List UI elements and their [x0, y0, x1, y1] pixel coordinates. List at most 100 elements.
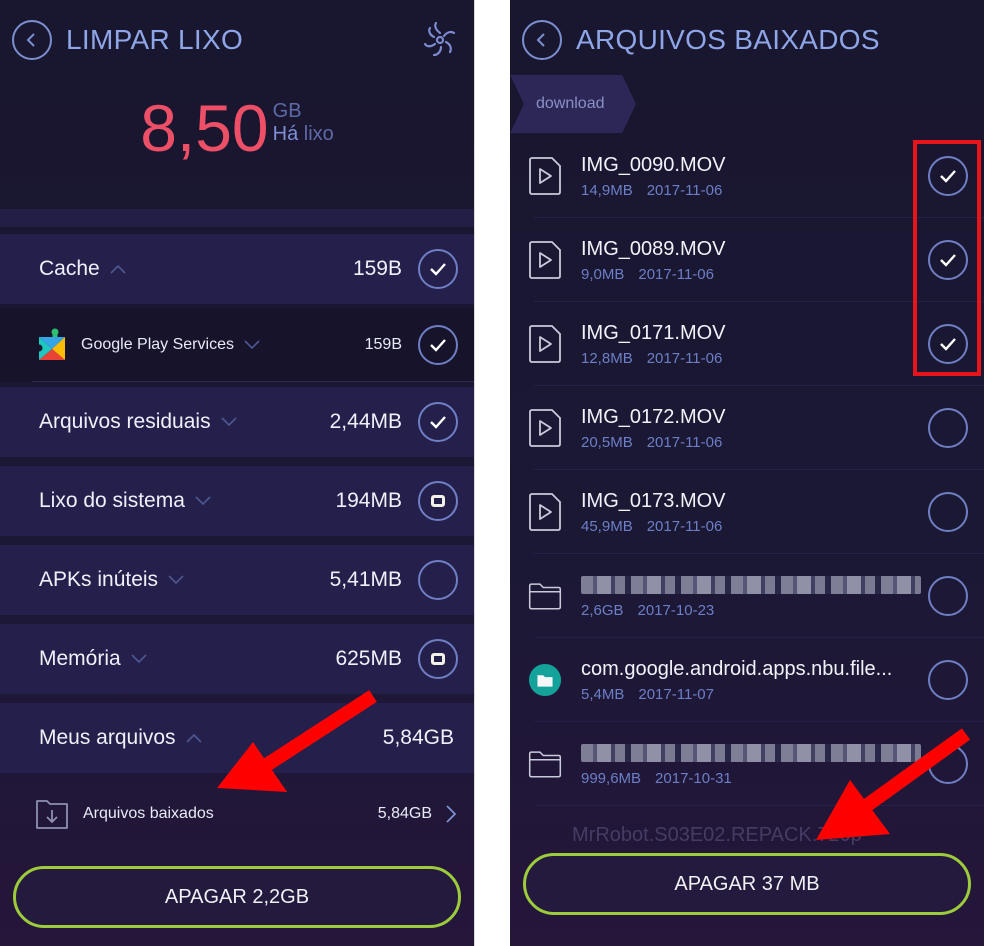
- checkbox-unchecked[interactable]: [418, 560, 458, 600]
- file-name-redacted: [581, 575, 921, 594]
- video-file-icon: [528, 492, 562, 532]
- category-label: Meus arquivos: [39, 726, 176, 749]
- file-list-item[interactable]: 999,6MB 2017-10-31: [510, 722, 984, 806]
- file-name: IMG_0172.MOV: [581, 405, 726, 428]
- folder-icon: [528, 744, 562, 784]
- chevron-down-icon[interactable]: [168, 575, 184, 585]
- app-size: 159B: [364, 336, 402, 353]
- video-file-icon: [528, 240, 562, 280]
- chevron-down-icon[interactable]: [244, 340, 260, 350]
- file-name-redacted: [581, 743, 921, 762]
- checkmark-icon: [940, 254, 956, 267]
- checkbox-unchecked[interactable]: [928, 660, 968, 700]
- category-label: Memória: [39, 647, 121, 670]
- cache-item-google-play-services[interactable]: Google Play Services 159B: [0, 308, 474, 382]
- file-size: 2,6GB: [581, 601, 624, 619]
- file-list-item[interactable]: IMG_0089.MOV 9,0MB 2017-11-06: [510, 218, 984, 302]
- chevron-up-icon[interactable]: [185, 733, 202, 743]
- file-name: IMG_0171.MOV: [581, 321, 726, 344]
- category-system-junk[interactable]: Lixo do sistema 194MB: [0, 466, 474, 536]
- chevron-right-icon[interactable]: [446, 805, 456, 823]
- file-date: 2017-11-06: [646, 349, 723, 367]
- downloaded-files-screen: ARQUIVOS BAIXADOS download IMG_0090.MOV 1…: [510, 0, 984, 946]
- category-residual-files[interactable]: Arquivos residuais 2,44MB: [0, 387, 474, 457]
- category-useless-apks[interactable]: APKs inúteis 5,41MB: [0, 545, 474, 615]
- checkbox-unchecked[interactable]: [928, 492, 968, 532]
- category-cache[interactable]: Cache 159B: [0, 234, 474, 304]
- checkbox-unchecked[interactable]: [928, 576, 968, 616]
- chevron-up-icon[interactable]: [110, 264, 126, 274]
- app-name: Google Play Services: [81, 336, 234, 353]
- checkmark-icon: [430, 339, 446, 352]
- file-size: 45,9MB: [581, 517, 633, 535]
- category-size: 194MB: [335, 489, 402, 512]
- file-list-item[interactable]: IMG_0172.MOV 20,5MB 2017-11-06: [510, 386, 984, 470]
- back-button[interactable]: [12, 20, 52, 60]
- checkbox-checked[interactable]: [418, 249, 458, 289]
- junk-amount: 8,50: [140, 91, 269, 165]
- file-name: IMG_0089.MOV: [581, 237, 726, 260]
- file-list-item[interactable]: IMG_0173.MOV 45,9MB 2017-11-06: [510, 470, 984, 554]
- delete-button[interactable]: APAGAR 37 MB: [523, 853, 971, 915]
- back-arrow-icon: [26, 33, 35, 47]
- file-list-item[interactable]: IMG_0171.MOV 12,8MB 2017-11-06: [510, 302, 984, 386]
- item-size: 5,84GB: [377, 805, 432, 822]
- file-list-item[interactable]: com.google.android.apps.nbu.file... 5,4MB…: [510, 638, 984, 722]
- file-name: IMG_0090.MOV: [581, 153, 726, 176]
- checkmark-icon: [940, 170, 956, 183]
- chevron-down-icon[interactable]: [131, 654, 147, 664]
- video-file-icon: [528, 408, 562, 448]
- back-button[interactable]: [522, 20, 562, 60]
- checkbox-checked[interactable]: [928, 156, 968, 196]
- breadcrumb[interactable]: download: [510, 75, 636, 133]
- downloaded-files-item[interactable]: Arquivos baixados 5,84GB: [0, 774, 474, 854]
- page-title: ARQUIVOS BAIXADOS: [576, 24, 880, 55]
- checkbox-checked[interactable]: [928, 240, 968, 280]
- fan-turbo-icon[interactable]: [420, 20, 460, 60]
- file-date: 2017-11-06: [646, 433, 723, 451]
- delete-button[interactable]: APAGAR 2,2GB: [13, 866, 461, 928]
- checkmark-icon: [430, 416, 446, 429]
- category-my-files[interactable]: Meus arquivos 5,84GB: [0, 703, 474, 773]
- file-date: 2017-11-06: [638, 265, 714, 283]
- download-folder-icon: [36, 800, 68, 829]
- file-name: MrRobot.S03E02.REPACK.720p: [572, 824, 862, 846]
- file-date: 2017-11-06: [646, 517, 723, 535]
- chevron-down-icon[interactable]: [221, 417, 237, 427]
- file-list-item[interactable]: 2,6GB 2017-10-23: [510, 554, 984, 638]
- header: ARQUIVOS BAIXADOS: [522, 18, 972, 62]
- list-item-partial: MrRobot.S03E02.REPACK.720p: [510, 818, 984, 846]
- file-size: 14,9MB: [581, 181, 633, 199]
- file-size: 999,6MB: [581, 769, 642, 787]
- file-meta: 2,6GB 2017-10-23: [581, 602, 926, 619]
- clean-junk-screen: LIMPAR LIXO 8,50 GB Há lixo Cache 159B G…: [0, 0, 474, 946]
- checkbox-checked[interactable]: [928, 324, 968, 364]
- checkbox-partial[interactable]: [418, 481, 458, 521]
- file-list-item[interactable]: IMG_0090.MOV 14,9MB 2017-11-06: [510, 134, 984, 218]
- category-label: Arquivos residuais: [39, 410, 211, 433]
- checkbox-unchecked[interactable]: [928, 408, 968, 448]
- divider: [0, 209, 474, 227]
- checkbox-partial[interactable]: [418, 639, 458, 679]
- file-meta: 45,9MB 2017-11-06: [581, 518, 926, 535]
- file-date: 2017-10-23: [637, 601, 715, 619]
- file-name: com.google.android.apps.nbu.file...: [581, 657, 893, 680]
- file-size: 9,0MB: [581, 265, 625, 283]
- junk-summary: 8,50 GB Há lixo: [0, 92, 474, 164]
- category-label: Lixo do sistema: [39, 489, 185, 512]
- file-meta: 9,0MB 2017-11-06: [581, 266, 926, 283]
- files-app-icon: [528, 660, 562, 700]
- category-size: 625MB: [335, 647, 402, 670]
- chevron-down-icon[interactable]: [195, 496, 211, 506]
- back-arrow-icon: [536, 33, 545, 47]
- checkbox-checked[interactable]: [418, 325, 458, 365]
- checkbox-checked[interactable]: [418, 402, 458, 442]
- checkbox-unchecked[interactable]: [928, 744, 968, 784]
- junk-label: Há lixo: [272, 123, 334, 145]
- category-memory[interactable]: Memória 625MB: [0, 624, 474, 694]
- page-title: LIMPAR LIXO: [66, 24, 244, 55]
- file-date: 2017-11-06: [646, 181, 723, 199]
- file-name: IMG_0173.MOV: [581, 489, 726, 512]
- divider: [534, 805, 984, 806]
- category-label: Cache: [39, 257, 100, 280]
